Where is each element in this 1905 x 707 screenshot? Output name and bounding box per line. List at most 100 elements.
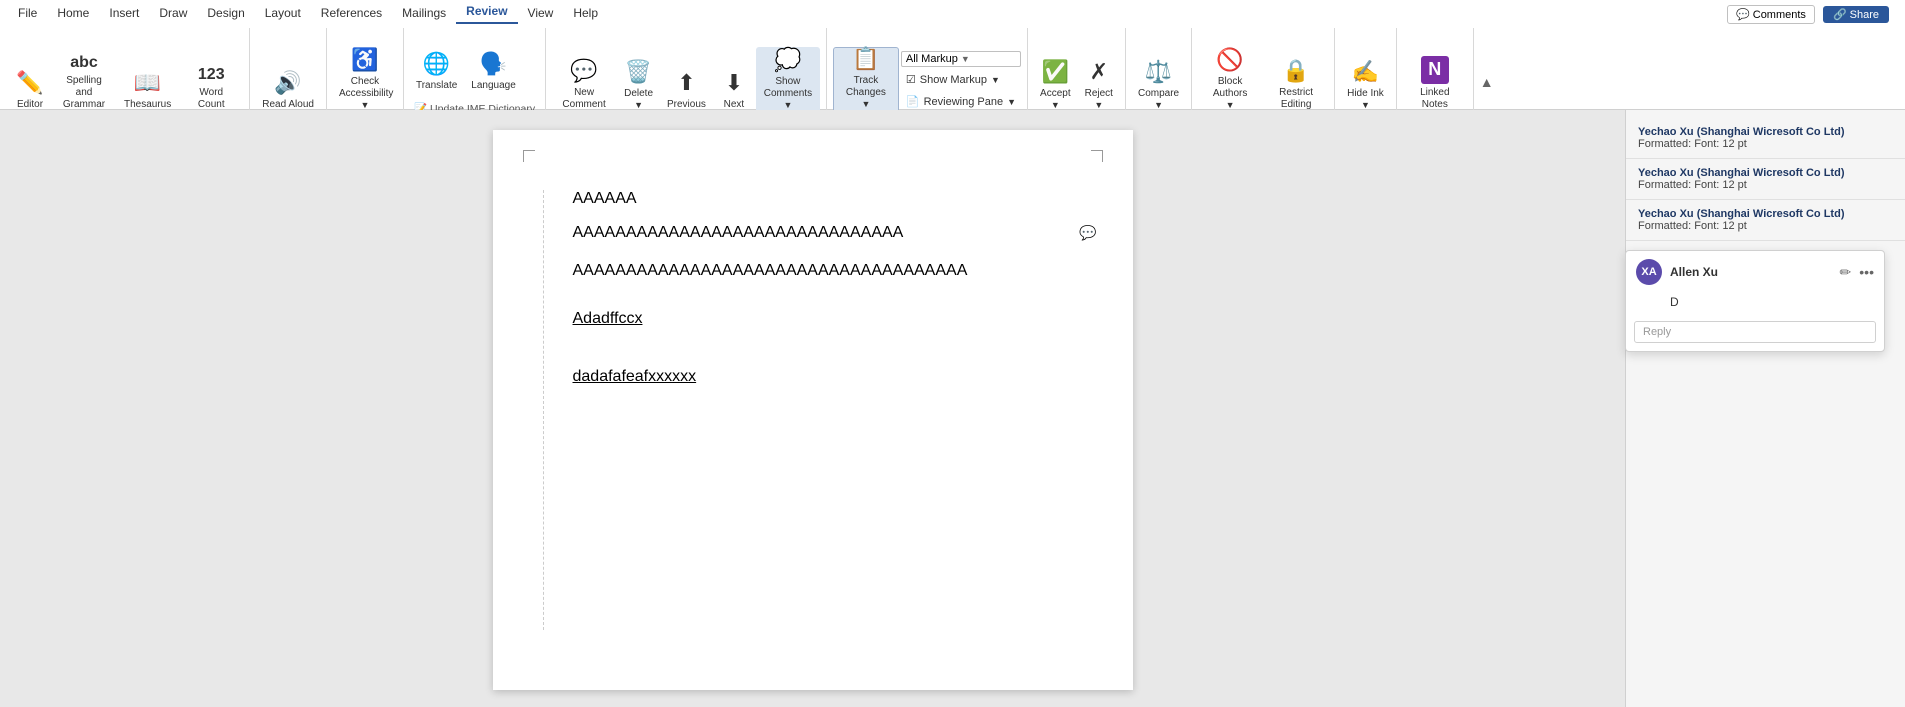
tracking-change-2: Formatted: Font: 12 pt [1638,220,1893,232]
tab-mailings[interactable]: Mailings [392,2,456,24]
show-comments-button[interactable]: 💭 Show Comments ▼ [756,47,820,115]
tab-review[interactable]: Review [456,0,517,24]
previous-button[interactable]: ⬆ Previous [661,47,712,115]
linked-notes-button[interactable]: N Linked Notes [1403,47,1467,115]
block-authors-button[interactable]: 🚫 Block Authors ▼ [1198,47,1262,115]
tracking-author-1: Yechao Xu (Shanghai Wicresoft Co Ltd) [1638,167,1893,179]
word-count-label: Word Count [185,87,237,111]
spelling-icon: abc [70,53,98,72]
tab-design[interactable]: Design [197,2,254,24]
translate-icon: 🌐 [423,51,450,77]
tab-view[interactable]: View [518,2,564,24]
ink-items: ✍️ Hide Ink ▼ [1341,28,1390,119]
next-button[interactable]: ⬇ Next [714,47,754,115]
new-comment-label: New Comment [558,87,610,111]
delete-icon: 🗑️ [625,59,652,85]
doc-text-4[interactable]: Adadffccx [573,310,643,327]
read-aloud-button[interactable]: 🔊 Read Aloud [256,47,320,115]
accept-label: Accept [1040,88,1071,100]
restrict-editing-button[interactable]: 🔒 Restrict Editing [1264,47,1328,115]
comments-label: Comments [1753,9,1806,21]
tab-home[interactable]: Home [47,2,99,24]
track-changes-button[interactable]: 📋 Track Changes ▼ [833,47,899,115]
comment-reply-placeholder: Reply [1643,326,1671,338]
onenote-items: N Linked Notes [1403,28,1467,119]
tab-layout[interactable]: Layout [255,2,311,24]
comment-actions: ✏ ••• [1840,264,1874,281]
comment-balloon-icon[interactable]: 💬 [1079,225,1096,242]
tracking-entry-1: Yechao Xu (Shanghai Wicresoft Co Ltd) Fo… [1626,159,1905,200]
comment-body: D [1626,293,1884,317]
delete-label: Delete [624,88,653,100]
reviewing-pane-button[interactable]: 📄 Reviewing Pane ▼ [901,92,1021,111]
tab-help[interactable]: Help [563,2,608,24]
language-button[interactable]: 🗣️ Language [465,28,522,96]
ribbon: File Home Insert Draw Design Layout Refe… [0,0,1905,110]
comment-avatar: XA [1636,259,1662,285]
comment-header: XA Allen Xu ✏ ••• [1626,251,1884,293]
hide-ink-button[interactable]: ✍️ Hide Ink ▼ [1341,47,1390,115]
tab-file[interactable]: File [8,2,47,24]
show-markup-icon: ☑ [906,73,916,86]
doc-text-5[interactable]: dadafafeafxxxxxx [573,368,697,385]
all-markup-dropdown[interactable]: All Markup ▼ [901,51,1021,67]
show-markup-label: Show Markup [920,74,987,86]
block-authors-label: Block Authors [1204,76,1256,100]
accessibility-label: Check Accessibility [339,76,391,100]
doc-text-3[interactable]: AAAAAAAAAAAAAAAAAAAAAAAAAAAAAAAAAAAAA [573,262,968,279]
thesaurus-button[interactable]: 📖 Thesaurus [118,47,177,115]
hide-ink-label: Hide Ink [1347,88,1384,100]
linked-notes-label: Linked Notes [1409,87,1461,111]
track-changes-icon: 📋 [852,46,879,72]
comment-edit-button[interactable]: ✏ [1840,264,1852,281]
language-label: Language [471,80,516,92]
thesaurus-icon: 📖 [134,70,161,96]
comments-icon: 💬 [1736,8,1750,21]
accessibility-items: ♿ Check Accessibility ▼ [333,28,397,119]
compare-button[interactable]: ⚖️ Compare ▼ [1132,47,1185,115]
show-markup-chevron: ▼ [991,75,1000,85]
doc-line-3: AAAAAAAAAAAAAAAAAAAAAAAAAAAAAAAAAAAAA [573,262,1073,280]
show-markup-button[interactable]: ☑ Show Markup ▼ [901,70,1021,89]
delete-button[interactable]: 🗑️ Delete ▼ [618,47,659,115]
tab-references[interactable]: References [311,2,392,24]
spelling-grammar-button[interactable]: abc Spelling and Grammar [52,47,116,115]
new-comment-button[interactable]: 💬 New Comment [552,47,616,115]
tracking-change-0: Formatted: Font: 12 pt [1638,138,1893,150]
speech-items: 🔊 Read Aloud [256,28,320,119]
doc-line-5: dadafafeafxxxxxx [573,368,1073,386]
comment-author: Allen Xu [1670,265,1832,279]
accept-icon: ✅ [1042,59,1069,85]
hide-ink-icon: ✍️ [1352,59,1379,85]
check-accessibility-button[interactable]: ♿ Check Accessibility ▼ [333,47,397,115]
reviewing-pane-chevron: ▼ [1007,97,1016,107]
tracking-sidebar: Yechao Xu (Shanghai Wicresoft Co Ltd) Fo… [1625,110,1905,707]
spelling-label: Spelling and Grammar [58,75,110,111]
linked-notes-icon: N [1421,56,1449,84]
document-page: AAAAAA AAAAAAAAAAAAAAAAAAAAAAAAAAAAAAA 💬… [493,130,1133,690]
show-comments-icon: 💭 [774,47,801,73]
share-button[interactable]: 🔗 Share [1823,6,1889,23]
track-changes-label: Track Changes [840,75,892,99]
word-count-icon: 123 [198,65,225,84]
all-markup-label: All Markup [906,53,958,65]
word-count-button[interactable]: 123 Word Count [179,47,243,115]
doc-text-1[interactable]: AAAAAA [573,190,637,207]
reject-button[interactable]: ✗ Reject ▼ [1079,47,1119,115]
compare-icon: ⚖️ [1145,59,1172,85]
comment-more-button[interactable]: ••• [1859,264,1874,281]
share-label: Share [1850,9,1879,21]
tracking-items: 📋 Track Changes ▼ All Markup ▼ ☑ Show Ma… [833,28,1021,119]
editor-button[interactable]: ✏️ Editor [10,47,50,115]
translate-button[interactable]: 🌐 Translate [410,28,463,96]
doc-line-2: AAAAAAAAAAAAAAAAAAAAAAAAAAAAAAA 💬 [573,224,1073,242]
accept-button[interactable]: ✅ Accept ▼ [1034,47,1077,115]
tab-insert[interactable]: Insert [99,2,149,24]
doc-text-2[interactable]: AAAAAAAAAAAAAAAAAAAAAAAAAAAAAAA [573,224,904,241]
tab-draw[interactable]: Draw [149,2,197,24]
comment-reply-input[interactable]: Reply [1634,321,1876,343]
comments-button[interactable]: 💬 Comments [1727,5,1815,24]
show-comments-label: Show Comments [762,76,814,100]
document-scroll[interactable]: AAAAAA AAAAAAAAAAAAAAAAAAAAAAAAAAAAAAA 💬… [0,110,1625,707]
editor-icon: ✏️ [16,70,43,96]
